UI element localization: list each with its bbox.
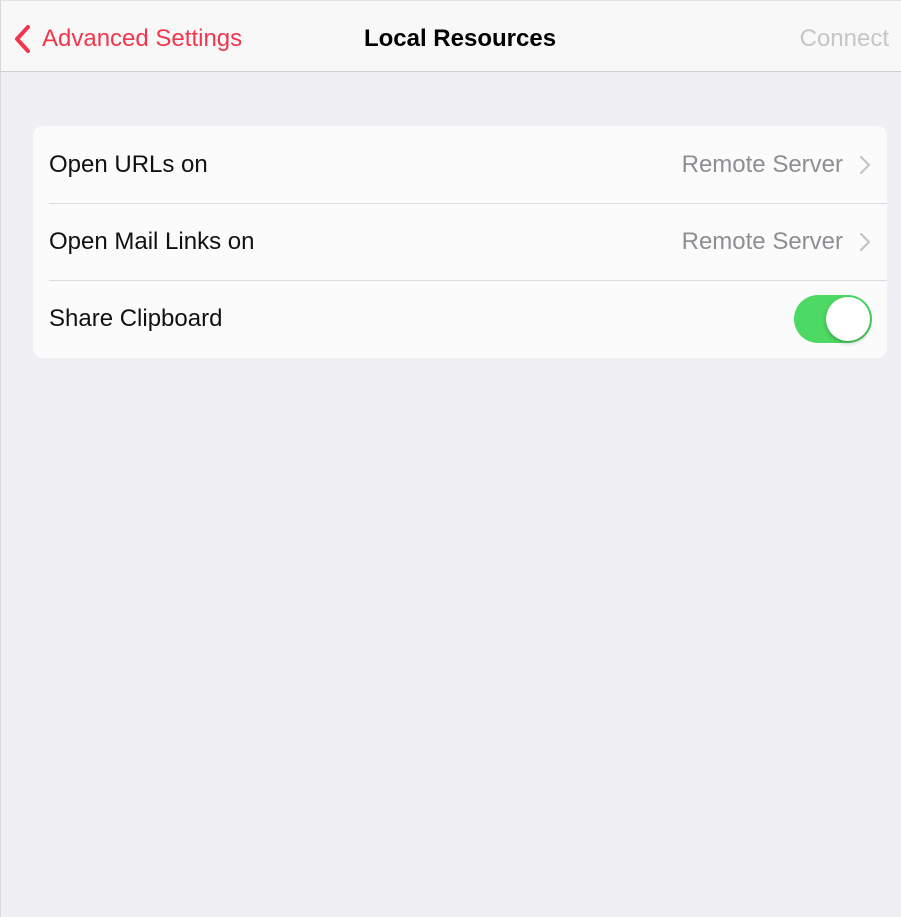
open-mail-links-label: Open Mail Links on [49, 227, 255, 255]
chevron-right-icon [859, 232, 871, 251]
share-clipboard-toggle[interactable] [794, 294, 872, 343]
toggle-knob [826, 296, 870, 341]
page-title: Local Resources [363, 25, 557, 52]
local-resources-screen: Advanced Settings Local Resources Connec… [0, 0, 901, 917]
open-urls-row[interactable]: Open URLs on Remote Server [33, 126, 887, 203]
navigation-bar: Advanced Settings Local Resources Connec… [1, 1, 901, 72]
connect-button[interactable]: Connect [800, 21, 889, 57]
open-urls-label: Open URLs on [49, 150, 208, 178]
share-clipboard-row: Share Clipboard [33, 280, 887, 357]
share-clipboard-label: Share Clipboard [49, 304, 223, 332]
open-mail-links-row[interactable]: Open Mail Links on Remote Server [33, 203, 887, 280]
chevron-right-icon [859, 155, 871, 174]
open-mail-links-value: Remote Server [681, 227, 843, 255]
settings-group: Open URLs on Remote Server Open Mail Lin… [33, 126, 887, 358]
open-urls-value: Remote Server [681, 150, 843, 178]
